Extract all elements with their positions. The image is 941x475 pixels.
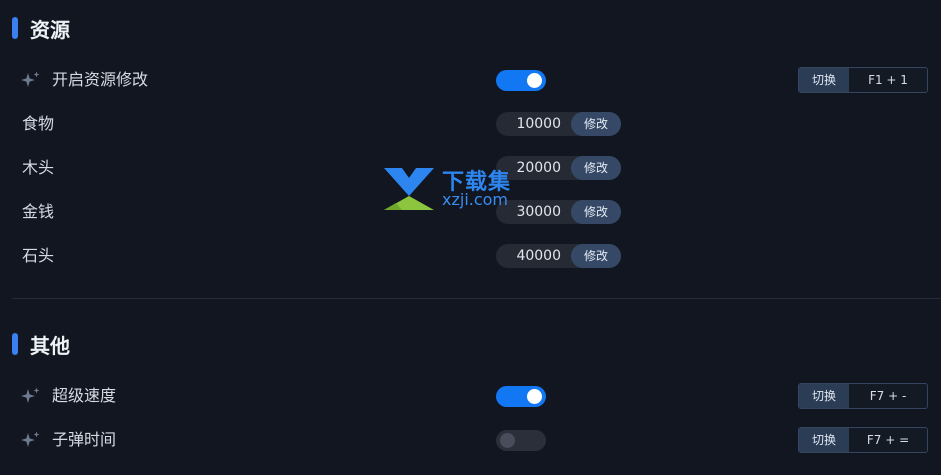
row-food: 食物 修改	[0, 109, 941, 139]
hotkey-bullet-time: 切换 F7 + =	[798, 427, 928, 453]
switch-button[interactable]: 切换	[799, 68, 849, 92]
section-title-other: 其他	[12, 332, 70, 358]
row-super-speed: 超级速度 切换 F7 + -	[0, 381, 941, 411]
hotkey-keys: F7 + =	[849, 428, 927, 452]
super-speed-toggle[interactable]	[496, 386, 546, 407]
sparkle-icon	[21, 431, 40, 447]
feature-label: 子弹时间	[52, 430, 117, 449]
toggle-knob	[500, 433, 515, 448]
section-divider	[12, 298, 941, 299]
section-accent-bar	[12, 333, 18, 355]
bullet-time-toggle[interactable]	[496, 430, 546, 451]
resource-label-food: 食物	[22, 114, 55, 133]
section-accent-bar	[12, 17, 18, 39]
wood-edit-button[interactable]: 修改	[571, 156, 621, 180]
enable-resource-toggle[interactable]	[496, 70, 546, 91]
stone-value-input[interactable]	[496, 244, 572, 268]
hotkey-keys: F7 + -	[849, 384, 927, 408]
food-edit-button[interactable]: 修改	[571, 112, 621, 136]
resource-label-wood: 木头	[22, 158, 55, 177]
resource-label-stone: 石头	[22, 246, 55, 265]
section-title-text: 资源	[30, 17, 70, 42]
section-title-resources: 资源	[12, 16, 70, 42]
row-stone: 石头 修改	[0, 241, 941, 271]
watermark: 下载集 xzji.com	[382, 164, 532, 214]
feature-label: 开启资源修改	[52, 70, 149, 89]
food-value-input[interactable]	[496, 112, 572, 136]
switch-button[interactable]: 切换	[799, 384, 849, 408]
trainer-panel: 资源 开启资源修改 切换 F1 + 1 食物 修改 木头 修改 金钱	[0, 0, 941, 475]
money-edit-button[interactable]: 修改	[571, 200, 621, 224]
hotkey-keys: F1 + 1	[849, 68, 927, 92]
hotkey-super-speed: 切换 F7 + -	[798, 383, 928, 409]
sparkle-icon	[21, 71, 40, 87]
hotkey-enable-resource: 切换 F1 + 1	[798, 67, 928, 93]
sparkle-icon	[21, 387, 40, 403]
download-arrow-logo-icon	[384, 168, 434, 210]
toggle-knob	[527, 73, 542, 88]
watermark-url: xzji.com	[442, 190, 509, 209]
row-bullet-time: 子弹时间 切换 F7 + =	[0, 425, 941, 455]
feature-label: 超级速度	[52, 386, 117, 405]
food-value-box: 修改	[496, 112, 621, 136]
row-enable-resource-modify: 开启资源修改 切换 F1 + 1	[0, 65, 941, 95]
switch-button[interactable]: 切换	[799, 428, 849, 452]
stone-edit-button[interactable]: 修改	[571, 244, 621, 268]
section-title-text: 其他	[30, 333, 70, 358]
resource-label-money: 金钱	[22, 202, 55, 221]
stone-value-box: 修改	[496, 244, 621, 268]
toggle-knob	[527, 389, 542, 404]
